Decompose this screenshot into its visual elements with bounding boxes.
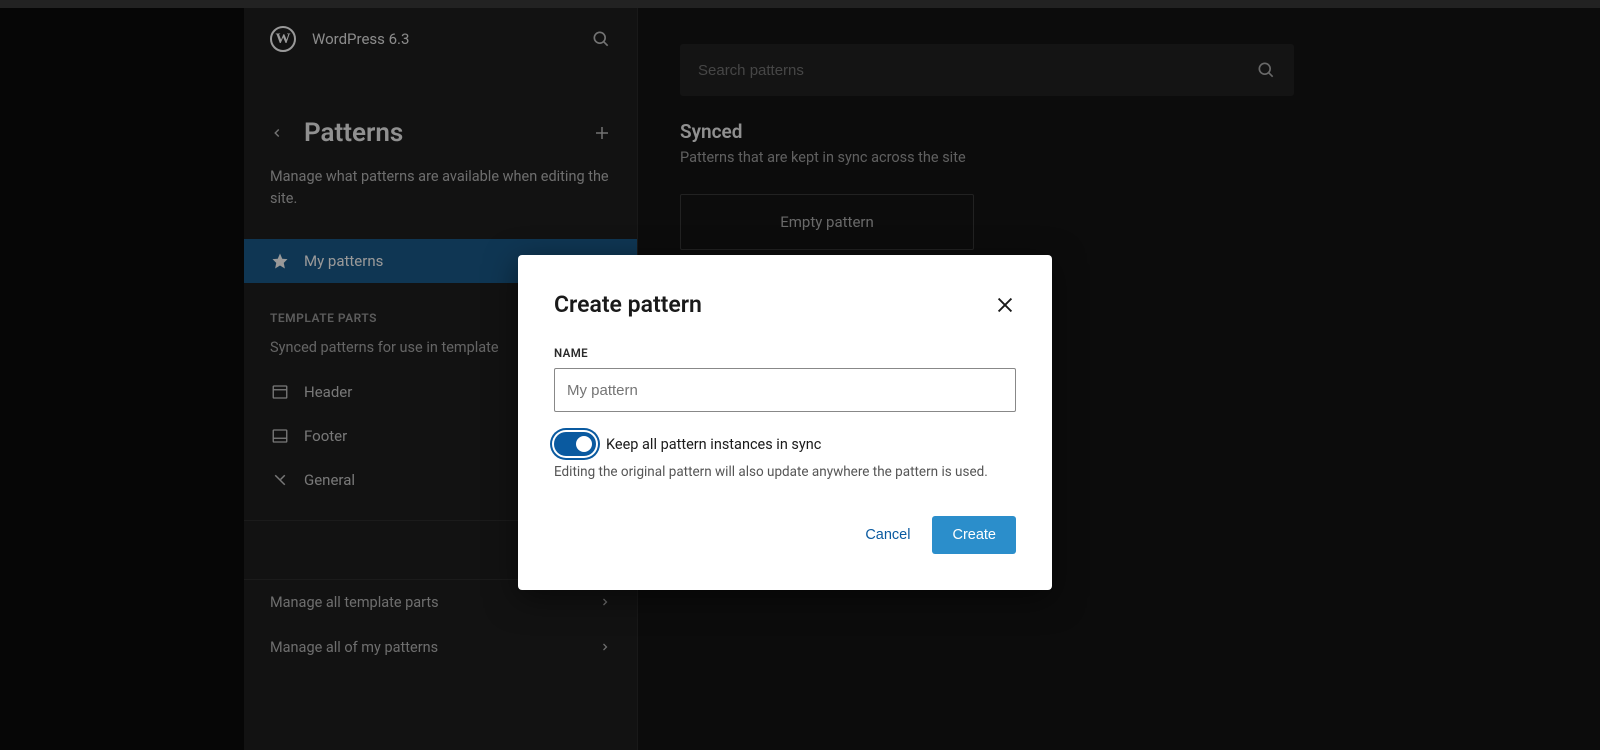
sidebar-section-header: Patterns [244,70,637,158]
sync-toggle-help: Editing the original pattern will also u… [554,464,1016,480]
pattern-name-input[interactable] [554,368,1016,412]
header-part-icon [270,382,290,402]
site-title: WordPress 6.3 [312,30,575,48]
search-icon [1256,60,1276,80]
search-icon[interactable] [591,29,611,49]
modal-header: Create pattern [554,291,1016,318]
manage-my-patterns-link[interactable]: Manage all of my patterns [244,625,637,670]
sync-toggle-row: Keep all pattern instances in sync [554,432,1016,456]
pattern-card-label: Empty pattern [780,213,874,231]
sync-toggle-label: Keep all pattern instances in sync [606,436,821,453]
pattern-card-empty[interactable]: Empty pattern [680,194,974,250]
synced-description: Patterns that are kept in sync across th… [680,149,1558,166]
sidebar-item-label: Footer [304,427,347,445]
sidebar-item-label: General [304,471,355,489]
cancel-button[interactable]: Cancel [861,517,914,553]
sidebar-header: W WordPress 6.3 [244,8,637,70]
synced-heading: Synced [680,120,1558,143]
footer-part-icon [270,426,290,446]
link-label: Manage all template parts [270,594,439,611]
link-label: Manage all of my patterns [270,639,438,656]
modal-actions: Cancel Create [554,516,1016,554]
window-top-strip [0,0,1600,8]
page-title: Patterns [304,118,593,148]
wordpress-logo-icon[interactable]: W [270,26,296,52]
section-description: Manage what patterns are available when … [244,158,637,239]
sidebar-item-label: Header [304,383,352,401]
toggle-knob [576,436,592,452]
search-input[interactable] [698,62,1256,79]
modal-title: Create pattern [554,291,994,318]
sidebar-item-label: My patterns [304,252,383,270]
back-icon[interactable] [270,126,284,140]
name-field-label: NAME [554,346,1016,360]
close-icon[interactable] [994,294,1016,316]
star-icon [270,251,290,271]
create-button[interactable]: Create [932,516,1016,554]
search-patterns-field[interactable] [680,44,1294,96]
sync-toggle[interactable] [554,432,596,456]
add-pattern-icon[interactable] [593,124,611,142]
create-pattern-modal: Create pattern NAME Keep all pattern ins… [518,255,1052,590]
general-part-icon [270,470,290,490]
left-gutter [0,8,244,750]
chevron-right-icon [599,596,611,608]
chevron-right-icon [599,641,611,653]
